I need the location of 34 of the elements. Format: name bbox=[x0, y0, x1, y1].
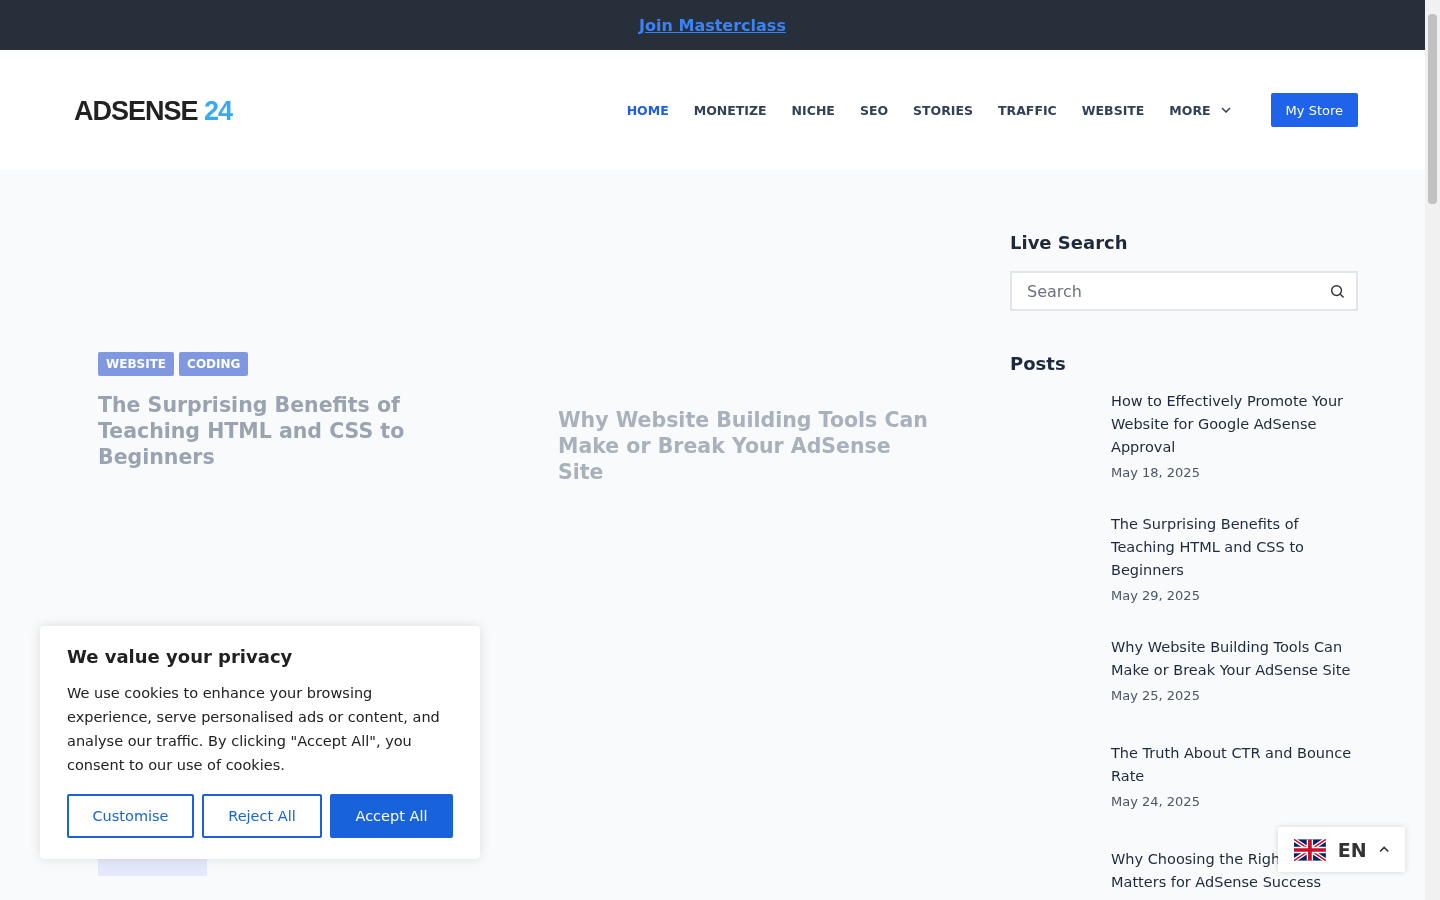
post-link[interactable]: The Surprising Benefits of Teaching HTML and CSS to Beginners bbox=[1111, 513, 1358, 582]
nav-link[interactable]: MORE bbox=[1169, 102, 1231, 118]
widget-title: Live Search bbox=[1010, 232, 1129, 253]
post-date: May 18, 2025 bbox=[1111, 465, 1201, 480]
search-field[interactable]: Search bbox=[1010, 271, 1358, 311]
chevron-down-icon bbox=[1220, 107, 1231, 113]
post-link[interactable]: The Truth About CTR and Bounce Rate bbox=[1111, 742, 1358, 788]
masterclass-link[interactable]: Join Masterclass bbox=[639, 15, 786, 35]
nav-link[interactable]: NICHE bbox=[791, 102, 835, 118]
nav-link[interactable]: HOME bbox=[626, 102, 669, 118]
flag-icon bbox=[1294, 836, 1326, 863]
post-date: May 29, 2025 bbox=[1111, 588, 1201, 603]
banner-title: We value your privacy bbox=[67, 646, 294, 667]
cookie-button[interactable]: Customise bbox=[67, 794, 194, 838]
language-code: EN bbox=[1337, 838, 1367, 861]
post-date: May 24, 2025 bbox=[1111, 794, 1201, 809]
cookie-button[interactable]: Reject All bbox=[202, 794, 322, 838]
nav-link[interactable]: TRAFFIC bbox=[998, 102, 1057, 118]
scrollbar[interactable] bbox=[1425, 0, 1440, 900]
nav-link[interactable]: STORIES bbox=[913, 102, 974, 118]
post-link[interactable]: Why Website Building Tools Can Make or Break Your AdSense Site bbox=[1111, 636, 1358, 682]
language-menu[interactable]: EN bbox=[1278, 827, 1405, 872]
nav-link[interactable]: MONETIZE bbox=[693, 102, 767, 118]
store-button[interactable]: My Store bbox=[1270, 93, 1358, 127]
logo[interactable]: ADSENSE 24 bbox=[74, 95, 233, 127]
cookie-button[interactable]: Accept All bbox=[330, 794, 453, 838]
nav-link[interactable]: WEBSITE bbox=[1081, 102, 1145, 118]
post-link[interactable]: How to Effectively Promote Your Website for Google AdSense Approval bbox=[1111, 390, 1358, 459]
widget-title: Posts bbox=[1010, 353, 1067, 374]
chevron-up-icon bbox=[1378, 846, 1389, 853]
banner-text: We use cookies to enhance your browsing experience, serve personalised ads or content, and analyse our traffic. By clicking "Accept All", you consent to our use of cookies. bbox=[67, 684, 441, 775]
search-icon bbox=[1330, 284, 1345, 299]
post-date: May 25, 2025 bbox=[1111, 688, 1201, 703]
nav-link[interactable]: SEO bbox=[859, 102, 889, 118]
